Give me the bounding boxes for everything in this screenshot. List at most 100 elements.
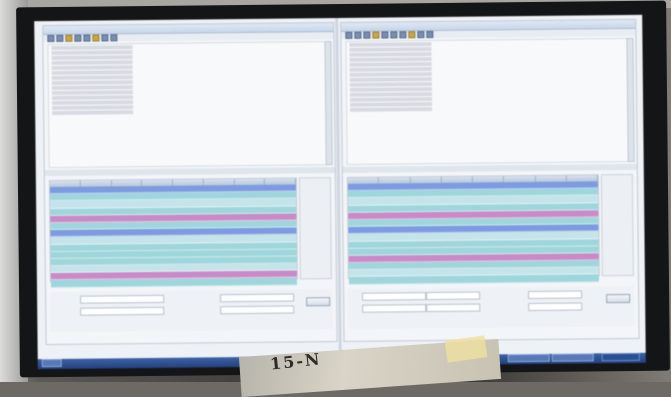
table-cell: [411, 233, 442, 240]
taskbar-window-button[interactable]: [551, 353, 594, 362]
table-cell: [349, 255, 380, 262]
table-cell: [173, 214, 204, 221]
table-cell: [51, 266, 82, 273]
toolbar-icon[interactable]: [426, 31, 434, 39]
toolbar-icon[interactable]: [65, 34, 73, 42]
table-cell: [112, 200, 143, 207]
toolbar-icon[interactable]: [354, 31, 362, 39]
table-cell: [81, 230, 112, 237]
toolbar-icon[interactable]: [74, 34, 82, 42]
right-splitter-bar[interactable]: [342, 163, 637, 173]
table-cell: [143, 236, 174, 243]
table-cell: [380, 219, 411, 226]
right-field-1[interactable]: [362, 292, 427, 301]
table-cell: [266, 249, 297, 256]
toolbar-icon[interactable]: [92, 34, 100, 42]
right-field-6[interactable]: [528, 302, 583, 312]
left-field-3[interactable]: [220, 293, 295, 303]
table-cell: [505, 268, 536, 275]
right-log-scrollbar[interactable]: [626, 37, 635, 162]
left-field-4[interactable]: [220, 305, 295, 315]
table-cell: [504, 189, 535, 196]
toolbar-icon[interactable]: [83, 34, 91, 42]
table-cell: [81, 244, 112, 251]
table-cell: [51, 273, 82, 280]
table-cell: [536, 246, 567, 253]
left-log-scrollbar[interactable]: [324, 41, 333, 166]
table-cell: [265, 192, 296, 199]
table-cell: [235, 228, 266, 235]
table-cell: [380, 226, 411, 233]
right-submit-button[interactable]: [606, 293, 631, 304]
table-cell: [504, 196, 535, 203]
toolbar-icon[interactable]: [110, 34, 118, 42]
table-cell: [536, 275, 567, 282]
right-field-5[interactable]: [528, 290, 583, 300]
table-cell: [567, 246, 598, 253]
toolbar-icon[interactable]: [56, 34, 64, 42]
table-cell: [411, 248, 442, 255]
table-cell: [443, 269, 474, 276]
table-cell: [442, 226, 473, 233]
table-cell: [143, 229, 174, 236]
toolbar-icon[interactable]: [47, 34, 55, 43]
right-field-4[interactable]: [426, 303, 481, 313]
table-cell: [235, 257, 266, 264]
table-cell: [442, 183, 473, 190]
toolbar-icon[interactable]: [372, 31, 380, 39]
table-cell: [235, 242, 266, 249]
table-cell: [266, 278, 297, 285]
left-field-2[interactable]: [80, 306, 165, 316]
table-cell: [265, 213, 296, 220]
toolbar-icon[interactable]: [363, 31, 371, 39]
table-cell: [473, 204, 504, 211]
toolbar-icon[interactable]: [417, 31, 425, 39]
toolbar-icon[interactable]: [390, 31, 398, 39]
toolbar-icon[interactable]: [408, 31, 416, 39]
right-field-2[interactable]: [362, 304, 427, 313]
table-cell: [411, 226, 442, 233]
table-row[interactable]: [50, 277, 297, 288]
table-cell: [204, 192, 235, 199]
left-submit-button[interactable]: [306, 297, 331, 307]
table-cell: [536, 268, 567, 275]
table-cell: [536, 196, 567, 203]
table-row[interactable]: [348, 274, 599, 285]
table-cell: [474, 269, 505, 276]
table-cell: [81, 201, 112, 208]
table-cell: [567, 232, 598, 239]
table-cell: [265, 199, 296, 206]
table-cell: [505, 254, 536, 261]
toolbar-icon[interactable]: [399, 31, 407, 39]
table-cell: [51, 280, 82, 287]
left-splitter-bar[interactable]: [44, 167, 335, 177]
toolbar-icon[interactable]: [345, 31, 353, 39]
table-cell: [174, 272, 205, 279]
table-cell: [111, 186, 142, 193]
taskbar-window-button[interactable]: [507, 353, 550, 363]
table-cell: [442, 197, 473, 204]
table-cell: [473, 211, 504, 218]
table-cell: [474, 261, 505, 268]
start-button[interactable]: [41, 358, 62, 368]
table-cell: [567, 217, 598, 224]
table-cell: [81, 237, 112, 244]
table-cell: [474, 254, 505, 261]
table-cell: [567, 239, 598, 246]
right-field-3[interactable]: [426, 291, 481, 301]
table-cell: [204, 221, 235, 228]
table-cell: [266, 264, 297, 271]
table-cell: [266, 235, 297, 242]
left-field-1[interactable]: [80, 294, 165, 304]
table-cell: [81, 194, 112, 201]
toolbar-icon[interactable]: [101, 34, 109, 42]
table-cell: [442, 233, 473, 240]
table-cell: [349, 270, 380, 277]
table-cell: [174, 279, 205, 286]
table-cell: [112, 272, 143, 279]
table-cell: [82, 280, 113, 287]
toolbar-icon[interactable]: [381, 31, 389, 39]
table-cell: [50, 230, 81, 237]
table-cell: [234, 192, 265, 199]
table-cell: [504, 182, 535, 189]
